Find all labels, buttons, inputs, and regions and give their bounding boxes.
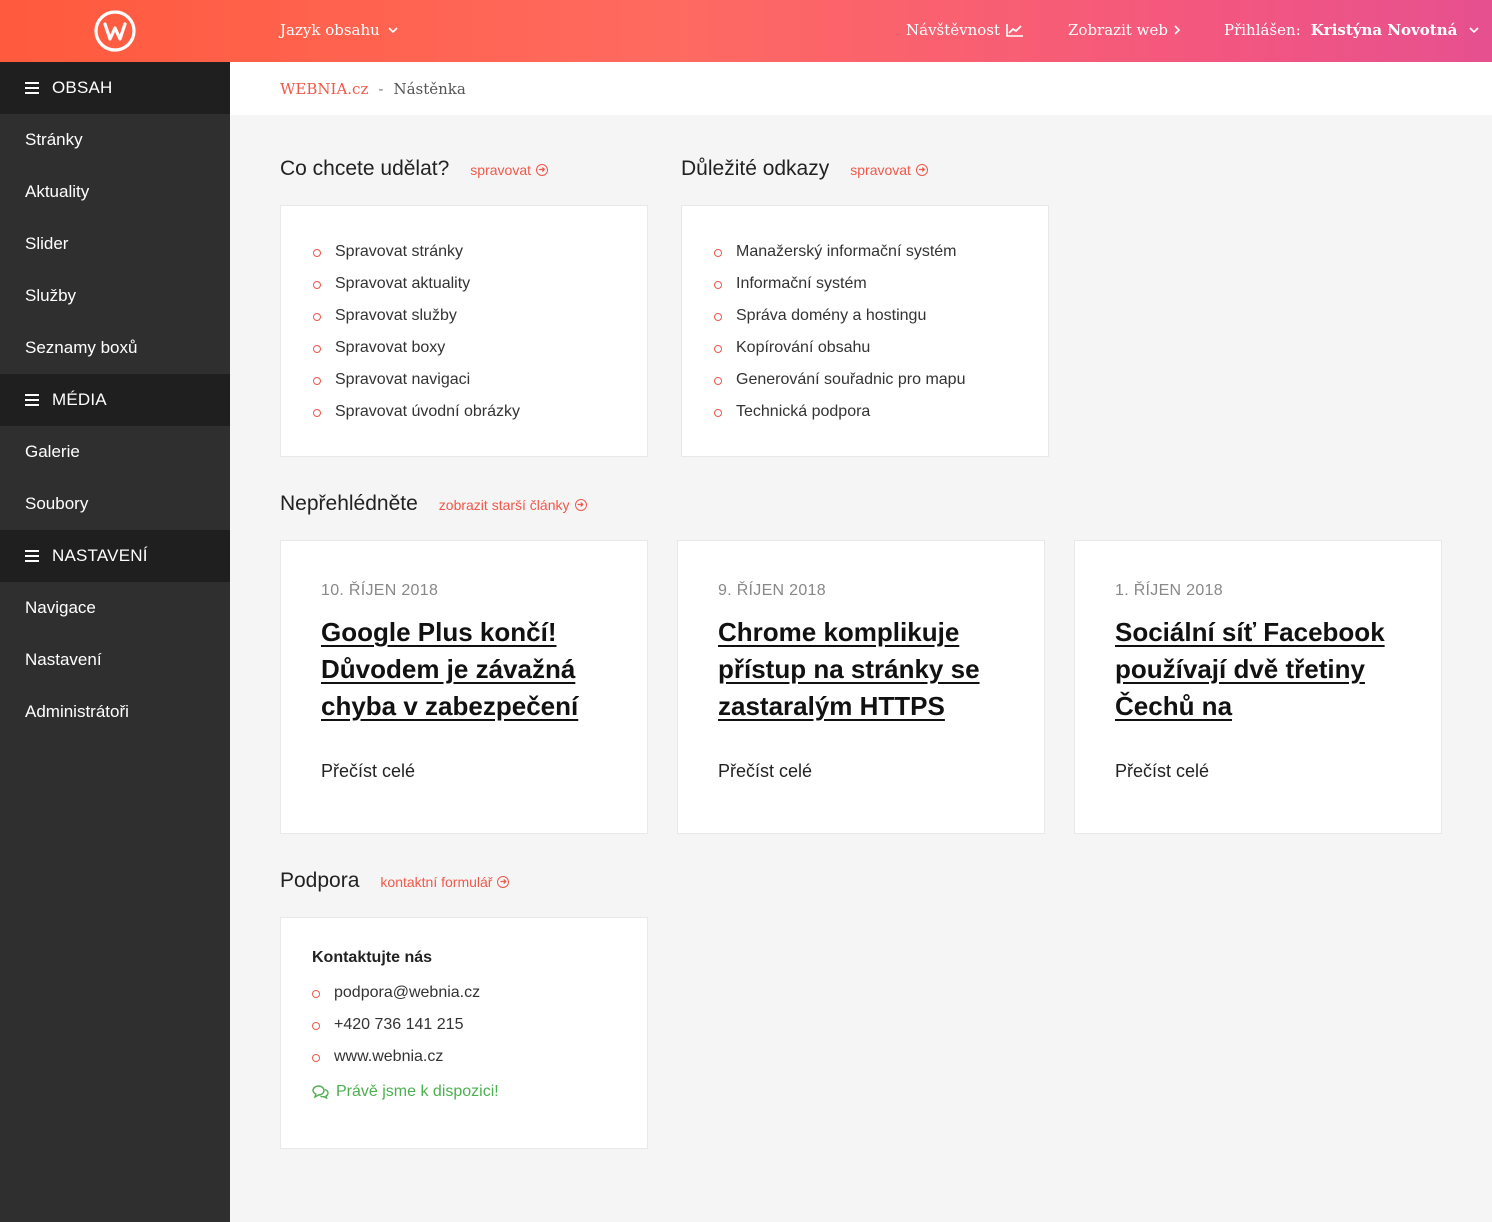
article-date: 1. ŘÍJEN 2018 bbox=[1115, 582, 1223, 599]
list-item[interactable]: Spravovat služby bbox=[313, 300, 647, 332]
menu-icon bbox=[25, 394, 39, 406]
actions-manage-label: spravovat bbox=[470, 162, 531, 178]
read-more-link[interactable]: Přečíst celé bbox=[718, 761, 1004, 782]
article-title-link[interactable]: Chrome komplikuje přístup na stránky se … bbox=[718, 614, 1004, 725]
chevron-down-icon bbox=[1469, 26, 1479, 33]
list-item[interactable]: Správa domény a hostingu bbox=[714, 300, 1048, 332]
article-card: 10. ŘÍJEN 2018 Google Plus končí! Důvode… bbox=[280, 540, 648, 834]
sidebar-item-nastaveni[interactable]: Nastavení bbox=[0, 634, 230, 686]
sidebar-item-stranky[interactable]: Stránky bbox=[0, 114, 230, 166]
list-item[interactable]: Informační systém bbox=[714, 268, 1048, 300]
list-item[interactable]: Spravovat navigaci bbox=[313, 364, 647, 396]
support-title: Podpora bbox=[280, 869, 360, 892]
availability-status: Právě jsme k dispozici! bbox=[312, 1083, 647, 1101]
article-title-link[interactable]: Sociální síť Facebook používají dvě třet… bbox=[1115, 614, 1401, 725]
contact-list: podpora@webnia.cz +420 736 141 215 www.w… bbox=[312, 977, 647, 1073]
content-language-dropdown[interactable]: Jazyk obsahu bbox=[280, 21, 398, 39]
list-item[interactable]: Spravovat stránky bbox=[313, 236, 647, 268]
links-section-header: Důležité odkazy spravovat ➜ bbox=[681, 157, 928, 181]
contact-form-link[interactable]: kontaktní formulář ➜ bbox=[380, 874, 510, 890]
support-card: Kontaktujte nás podpora@webnia.cz +420 7… bbox=[280, 917, 648, 1149]
logged-in-prefix: Přihlášen: bbox=[1224, 21, 1301, 39]
content-language-label: Jazyk obsahu bbox=[280, 21, 380, 39]
read-more-link[interactable]: Přečíst celé bbox=[321, 761, 607, 782]
actions-section-header: Co chcete udělat? spravovat ➜ bbox=[280, 157, 548, 181]
top-header: Jazyk obsahu Návštěvnost Zobrazit web Př… bbox=[0, 0, 1492, 62]
user-menu[interactable]: Přihlášen: Kristýna Novotná bbox=[1224, 21, 1479, 39]
sidebar-item-navigace[interactable]: Navigace bbox=[0, 582, 230, 634]
sidebar-section-nastaveni[interactable]: NASTAVENÍ bbox=[0, 530, 230, 582]
sidebar-section-label: OBSAH bbox=[52, 78, 113, 97]
actions-list: Spravovat stránky Spravovat aktuality Sp… bbox=[313, 236, 647, 428]
sidebar-item-seznamy-boxu[interactable]: Seznamy boxů bbox=[0, 322, 230, 374]
support-email-link[interactable]: podpora@webnia.cz bbox=[312, 977, 647, 1009]
support-card-title: Kontaktujte nás bbox=[312, 949, 433, 966]
breadcrumb-separator: - bbox=[378, 79, 384, 98]
sidebar-item-administratori[interactable]: Administrátoři bbox=[0, 686, 230, 738]
breadcrumb: WEBNIA.cz - Nástěnka bbox=[230, 62, 1492, 115]
support-phone-link[interactable]: +420 736 141 215 bbox=[312, 1009, 647, 1041]
article-card: 1. ŘÍJEN 2018 Sociální síť Facebook použ… bbox=[1074, 540, 1442, 834]
user-name: Kristýna Novotná bbox=[1310, 21, 1458, 39]
links-manage-link[interactable]: spravovat ➜ bbox=[850, 162, 928, 178]
chevron-down-icon bbox=[388, 26, 398, 33]
support-section-header: Podpora kontaktní formulář ➜ bbox=[280, 869, 510, 893]
chat-bubbles-icon bbox=[312, 1085, 329, 1099]
menu-icon bbox=[25, 82, 39, 94]
list-item[interactable]: Spravovat boxy bbox=[313, 332, 647, 364]
sidebar-item-slider[interactable]: Slider bbox=[0, 218, 230, 270]
breadcrumb-site-link[interactable]: WEBNIA.cz bbox=[280, 80, 368, 98]
links-title: Důležité odkazy bbox=[681, 157, 830, 180]
list-item[interactable]: Kopírování obsahu bbox=[714, 332, 1048, 364]
list-item[interactable]: Manažerský informační systém bbox=[714, 236, 1048, 268]
view-web-label: Zobrazit web bbox=[1068, 21, 1168, 39]
view-web-link[interactable]: Zobrazit web bbox=[1068, 21, 1181, 39]
webnia-logo-icon[interactable] bbox=[93, 9, 137, 53]
menu-icon bbox=[25, 550, 39, 562]
arrow-circle-right-icon: ➜ bbox=[497, 876, 510, 888]
links-manage-label: spravovat bbox=[850, 162, 911, 178]
breadcrumb-current: Nástěnka bbox=[393, 79, 466, 98]
article-card: 9. ŘÍJEN 2018 Chrome komplikuje přístup … bbox=[677, 540, 1045, 834]
sidebar-item-aktuality[interactable]: Aktuality bbox=[0, 166, 230, 218]
news-title: Nepřehlédněte bbox=[280, 492, 418, 515]
actions-card: Spravovat stránky Spravovat aktuality Sp… bbox=[280, 205, 648, 457]
links-list: Manažerský informační systém Informační … bbox=[714, 236, 1048, 428]
list-item[interactable]: Technická podpora bbox=[714, 396, 1048, 428]
arrow-circle-right-icon: ➜ bbox=[574, 499, 587, 511]
older-articles-link[interactable]: zobrazit starší články ➜ bbox=[439, 497, 587, 513]
news-section-header: Nepřehlédněte zobrazit starší články ➜ bbox=[280, 492, 587, 516]
sidebar-section-obsah[interactable]: OBSAH bbox=[0, 62, 230, 114]
sidebar-item-sluzby[interactable]: Služby bbox=[0, 270, 230, 322]
sidebar-section-label: NASTAVENÍ bbox=[52, 546, 148, 565]
sidebar-section-media[interactable]: MÉDIA bbox=[0, 374, 230, 426]
arrow-circle-right-icon: ➜ bbox=[536, 164, 548, 176]
article-title-link[interactable]: Google Plus končí! Důvodem je závažná ch… bbox=[321, 614, 607, 725]
sidebar-item-soubory[interactable]: Soubory bbox=[0, 478, 230, 530]
arrow-circle-right-icon: ➜ bbox=[915, 164, 928, 176]
line-chart-icon bbox=[1006, 24, 1024, 37]
sidebar-section-label: MÉDIA bbox=[52, 390, 107, 409]
availability-label: Právě jsme k dispozici! bbox=[336, 1083, 499, 1100]
list-item[interactable]: Generování souřadnic pro mapu bbox=[714, 364, 1048, 396]
list-item[interactable]: Spravovat aktuality bbox=[313, 268, 647, 300]
older-articles-label: zobrazit starší články bbox=[438, 497, 570, 513]
sidebar: OBSAH Stránky Aktuality Slider Služby Se… bbox=[0, 62, 230, 1222]
list-item[interactable]: Spravovat úvodní obrázky bbox=[313, 396, 647, 428]
article-date: 10. ŘÍJEN 2018 bbox=[321, 582, 439, 599]
actions-manage-link[interactable]: spravovat ➜ bbox=[470, 162, 548, 178]
visits-label: Návštěvnost bbox=[906, 21, 1001, 39]
article-date: 9. ŘÍJEN 2018 bbox=[718, 582, 826, 599]
sidebar-item-galerie[interactable]: Galerie bbox=[0, 426, 230, 478]
visits-link[interactable]: Návštěvnost bbox=[906, 21, 1024, 39]
links-card: Manažerský informační systém Informační … bbox=[681, 205, 1049, 457]
chevron-right-icon bbox=[1174, 25, 1181, 35]
support-website-link[interactable]: www.webnia.cz bbox=[312, 1041, 647, 1073]
actions-title: Co chcete udělat? bbox=[280, 157, 450, 180]
read-more-link[interactable]: Přečíst celé bbox=[1115, 761, 1401, 782]
contact-form-label: kontaktní formulář bbox=[380, 874, 493, 890]
